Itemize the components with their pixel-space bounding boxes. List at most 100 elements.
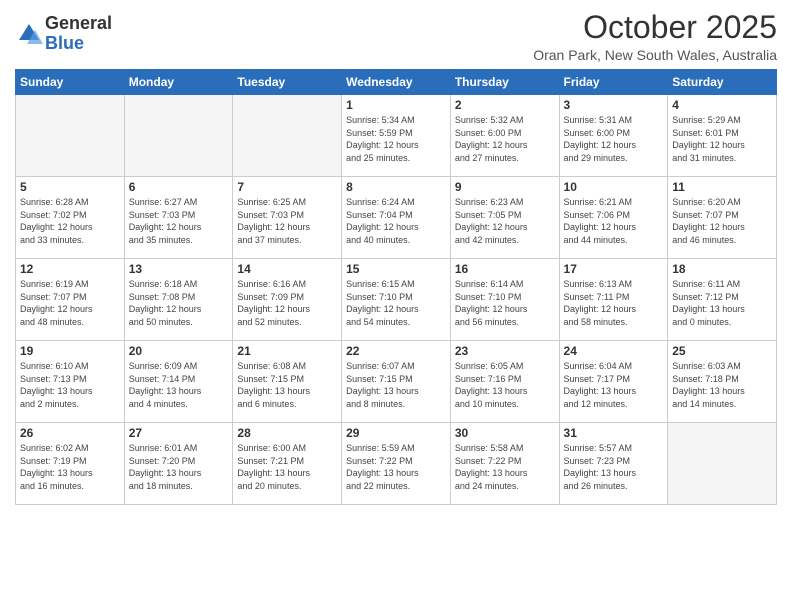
day-detail: Sunrise: 6:04 AM Sunset: 7:17 PM Dayligh… bbox=[564, 360, 664, 410]
day-detail: Sunrise: 6:20 AM Sunset: 7:07 PM Dayligh… bbox=[672, 196, 772, 246]
day-cell: 30Sunrise: 5:58 AM Sunset: 7:22 PM Dayli… bbox=[450, 423, 559, 505]
day-detail: Sunrise: 6:15 AM Sunset: 7:10 PM Dayligh… bbox=[346, 278, 446, 328]
logo-text: General Blue bbox=[45, 14, 112, 54]
header-monday: Monday bbox=[124, 70, 233, 95]
day-detail: Sunrise: 5:31 AM Sunset: 6:00 PM Dayligh… bbox=[564, 114, 664, 164]
day-number: 5 bbox=[20, 180, 120, 194]
day-cell: 25Sunrise: 6:03 AM Sunset: 7:18 PM Dayli… bbox=[668, 341, 777, 423]
day-detail: Sunrise: 5:59 AM Sunset: 7:22 PM Dayligh… bbox=[346, 442, 446, 492]
day-number: 12 bbox=[20, 262, 120, 276]
day-detail: Sunrise: 6:05 AM Sunset: 7:16 PM Dayligh… bbox=[455, 360, 555, 410]
week-row-0: 1 Sunrise: 5:34 AM Sunset: 5:59 PM Daylig… bbox=[16, 95, 777, 177]
day-detail: Sunrise: 6:27 AM Sunset: 7:03 PM Dayligh… bbox=[129, 196, 229, 246]
day-number: 17 bbox=[564, 262, 664, 276]
day-detail: Sunrise: 5:57 AM Sunset: 7:23 PM Dayligh… bbox=[564, 442, 664, 492]
day-detail: Sunrise: 6:28 AM Sunset: 7:02 PM Dayligh… bbox=[20, 196, 120, 246]
day-number: 20 bbox=[129, 344, 229, 358]
day-detail: Sunrise: 6:19 AM Sunset: 7:07 PM Dayligh… bbox=[20, 278, 120, 328]
day-cell: 6Sunrise: 6:27 AM Sunset: 7:03 PM Daylig… bbox=[124, 177, 233, 259]
day-cell: 14 Sunrise: 6:16 AM Sunset: 7:09 PM Dayli… bbox=[233, 259, 342, 341]
day-detail: Sunrise: 6:02 AM Sunset: 7:19 PM Dayligh… bbox=[20, 442, 120, 492]
day-detail: Sunrise: 6:14 AM Sunset: 7:10 PM Dayligh… bbox=[455, 278, 555, 328]
day-number: 22 bbox=[346, 344, 446, 358]
day-number: 4 bbox=[672, 98, 772, 112]
day-cell: 8Sunrise: 6:24 AM Sunset: 7:04 PM Daylig… bbox=[342, 177, 451, 259]
title-block: October 2025 Oran Park, New South Wales,… bbox=[533, 10, 777, 63]
day-number: 28 bbox=[237, 426, 337, 440]
logo-general-text: General bbox=[45, 14, 112, 34]
day-detail: Sunrise: 6:03 AM Sunset: 7:18 PM Dayligh… bbox=[672, 360, 772, 410]
day-detail: Sunrise: 6:21 AM Sunset: 7:06 PM Dayligh… bbox=[564, 196, 664, 246]
header-wednesday: Wednesday bbox=[342, 70, 451, 95]
logo-icon bbox=[15, 20, 43, 48]
day-cell: 20 Sunrise: 6:09 AM Sunset: 7:14 PM Dayli… bbox=[124, 341, 233, 423]
day-cell: 29 Sunrise: 5:59 AM Sunset: 7:22 PM Dayli… bbox=[342, 423, 451, 505]
week-row-1: 5 Sunrise: 6:28 AM Sunset: 7:02 PM Daylig… bbox=[16, 177, 777, 259]
day-cell: 12 Sunrise: 6:19 AM Sunset: 7:07 PM Dayli… bbox=[16, 259, 125, 341]
day-cell: 5 Sunrise: 6:28 AM Sunset: 7:02 PM Daylig… bbox=[16, 177, 125, 259]
day-number: 30 bbox=[455, 426, 555, 440]
day-number: 18 bbox=[672, 262, 772, 276]
day-detail: Sunrise: 6:08 AM Sunset: 7:15 PM Dayligh… bbox=[237, 360, 337, 410]
day-detail: Sunrise: 5:34 AM Sunset: 5:59 PM Dayligh… bbox=[346, 114, 446, 164]
header-sunday: Sunday bbox=[16, 70, 125, 95]
day-cell: 28 Sunrise: 6:00 AM Sunset: 7:21 PM Dayli… bbox=[233, 423, 342, 505]
day-number: 9 bbox=[455, 180, 555, 194]
day-detail: Sunrise: 5:32 AM Sunset: 6:00 PM Dayligh… bbox=[455, 114, 555, 164]
day-detail: Sunrise: 6:23 AM Sunset: 7:05 PM Dayligh… bbox=[455, 196, 555, 246]
day-detail: Sunrise: 6:16 AM Sunset: 7:09 PM Dayligh… bbox=[237, 278, 337, 328]
day-number: 31 bbox=[564, 426, 664, 440]
day-cell: 23Sunrise: 6:05 AM Sunset: 7:16 PM Dayli… bbox=[450, 341, 559, 423]
location: Oran Park, New South Wales, Australia bbox=[533, 47, 777, 63]
day-number: 26 bbox=[20, 426, 120, 440]
header: General Blue October 2025 Oran Park, New… bbox=[15, 10, 777, 63]
day-cell: 2 Sunrise: 5:32 AM Sunset: 6:00 PM Daylig… bbox=[450, 95, 559, 177]
day-cell: 21 Sunrise: 6:08 AM Sunset: 7:15 PM Dayli… bbox=[233, 341, 342, 423]
day-number: 27 bbox=[129, 426, 229, 440]
day-cell: 24Sunrise: 6:04 AM Sunset: 7:17 PM Dayli… bbox=[559, 341, 668, 423]
week-row-3: 19 Sunrise: 6:10 AM Sunset: 7:13 PM Dayli… bbox=[16, 341, 777, 423]
day-number: 16 bbox=[455, 262, 555, 276]
day-detail: Sunrise: 6:24 AM Sunset: 7:04 PM Dayligh… bbox=[346, 196, 446, 246]
day-number: 1 bbox=[346, 98, 446, 112]
day-number: 2 bbox=[455, 98, 555, 112]
day-detail: Sunrise: 6:18 AM Sunset: 7:08 PM Dayligh… bbox=[129, 278, 229, 328]
day-cell: 17 Sunrise: 6:13 AM Sunset: 7:11 PM Dayli… bbox=[559, 259, 668, 341]
week-row-2: 12 Sunrise: 6:19 AM Sunset: 7:07 PM Dayli… bbox=[16, 259, 777, 341]
header-thursday: Thursday bbox=[450, 70, 559, 95]
calendar: Sunday Monday Tuesday Wednesday Thursday… bbox=[15, 69, 777, 505]
day-number: 15 bbox=[346, 262, 446, 276]
day-cell bbox=[233, 95, 342, 177]
day-number: 29 bbox=[346, 426, 446, 440]
day-detail: Sunrise: 6:00 AM Sunset: 7:21 PM Dayligh… bbox=[237, 442, 337, 492]
day-cell bbox=[668, 423, 777, 505]
day-number: 19 bbox=[20, 344, 120, 358]
day-cell: 16 Sunrise: 6:14 AM Sunset: 7:10 PM Dayli… bbox=[450, 259, 559, 341]
day-cell: 3 Sunrise: 5:31 AM Sunset: 6:00 PM Daylig… bbox=[559, 95, 668, 177]
day-detail: Sunrise: 6:01 AM Sunset: 7:20 PM Dayligh… bbox=[129, 442, 229, 492]
day-cell: 10 Sunrise: 6:21 AM Sunset: 7:06 PM Dayli… bbox=[559, 177, 668, 259]
day-detail: Sunrise: 6:09 AM Sunset: 7:14 PM Dayligh… bbox=[129, 360, 229, 410]
day-detail: Sunrise: 6:13 AM Sunset: 7:11 PM Dayligh… bbox=[564, 278, 664, 328]
week-row-4: 26 Sunrise: 6:02 AM Sunset: 7:19 PM Dayli… bbox=[16, 423, 777, 505]
day-detail: Sunrise: 6:11 AM Sunset: 7:12 PM Dayligh… bbox=[672, 278, 772, 328]
day-detail: Sunrise: 6:10 AM Sunset: 7:13 PM Dayligh… bbox=[20, 360, 120, 410]
day-number: 11 bbox=[672, 180, 772, 194]
logo-blue-text: Blue bbox=[45, 34, 112, 54]
day-number: 10 bbox=[564, 180, 664, 194]
day-cell bbox=[124, 95, 233, 177]
day-cell: 13 Sunrise: 6:18 AM Sunset: 7:08 PM Dayli… bbox=[124, 259, 233, 341]
day-number: 13 bbox=[129, 262, 229, 276]
day-cell: 11 Sunrise: 6:20 AM Sunset: 7:07 PM Dayli… bbox=[668, 177, 777, 259]
day-cell: 27 Sunrise: 6:01 AM Sunset: 7:20 PM Dayli… bbox=[124, 423, 233, 505]
day-cell: 4Sunrise: 5:29 AM Sunset: 6:01 PM Daylig… bbox=[668, 95, 777, 177]
day-number: 21 bbox=[237, 344, 337, 358]
day-number: 3 bbox=[564, 98, 664, 112]
header-tuesday: Tuesday bbox=[233, 70, 342, 95]
header-friday: Friday bbox=[559, 70, 668, 95]
day-cell: 22Sunrise: 6:07 AM Sunset: 7:15 PM Dayli… bbox=[342, 341, 451, 423]
logo: General Blue bbox=[15, 14, 112, 54]
day-number: 14 bbox=[237, 262, 337, 276]
page: General Blue October 2025 Oran Park, New… bbox=[0, 0, 792, 612]
day-cell bbox=[16, 95, 125, 177]
